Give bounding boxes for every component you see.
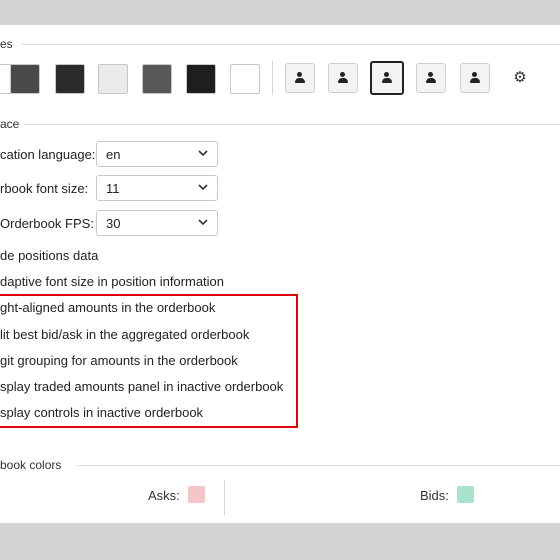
language-select[interactable]: en <box>96 141 218 167</box>
option-adaptive-font-size[interactable]: daptive font size in position informatio… <box>0 274 224 289</box>
asks-color-swatch[interactable] <box>188 486 205 503</box>
option-positions-data[interactable]: de positions data <box>0 248 98 263</box>
fps-select[interactable]: 30 <box>96 210 218 236</box>
orderbook-colors-divider <box>77 465 560 466</box>
theme-swatch-black[interactable] <box>186 64 216 94</box>
bids-label: Bids: <box>420 488 449 503</box>
themes-divider <box>272 61 273 95</box>
asks-label: Asks: <box>148 488 180 503</box>
theme-swatch-dark-gray[interactable] <box>10 64 40 94</box>
fps-label: Orderbook FPS: <box>0 216 94 231</box>
layout-button-1[interactable] <box>285 63 315 93</box>
chevron-down-icon <box>198 150 208 157</box>
person-icon <box>468 72 482 84</box>
colors-divider <box>224 480 225 515</box>
language-label: cation language: <box>0 147 96 162</box>
person-icon <box>380 72 394 84</box>
bids-color-swatch[interactable] <box>457 486 474 503</box>
interface-section-title: ace <box>0 117 20 131</box>
highlight-box <box>0 294 298 428</box>
layout-button-4[interactable] <box>416 63 446 93</box>
top-bar <box>0 0 560 25</box>
layout-button-5[interactable] <box>460 63 490 93</box>
theme-swatch-light-gray[interactable] <box>98 64 128 94</box>
themes-section-title: es <box>0 37 13 51</box>
language-select-value: en <box>106 147 121 162</box>
chevron-down-icon <box>198 219 208 226</box>
gear-icon[interactable]: ⚙ <box>512 70 528 86</box>
themes-section-divider <box>22 44 560 45</box>
chevron-down-icon <box>198 184 208 191</box>
bottom-bar <box>0 523 560 560</box>
fps-select-value: 30 <box>106 216 121 231</box>
layout-button-3-selected[interactable] <box>370 61 404 95</box>
person-icon <box>293 72 307 84</box>
person-icon <box>336 72 350 84</box>
orderbook-colors-section-title: book colors <box>0 458 62 472</box>
theme-swatch-charcoal[interactable] <box>55 64 85 94</box>
person-icon <box>424 72 438 84</box>
interface-section-divider <box>24 124 560 125</box>
font-size-select[interactable]: 11 <box>96 175 218 201</box>
font-size-label: rbook font size: <box>0 181 89 196</box>
font-size-select-value: 11 <box>106 181 120 196</box>
theme-swatch-white[interactable] <box>230 64 260 94</box>
layout-button-2[interactable] <box>328 63 358 93</box>
theme-swatch-medium-gray[interactable] <box>142 64 172 94</box>
